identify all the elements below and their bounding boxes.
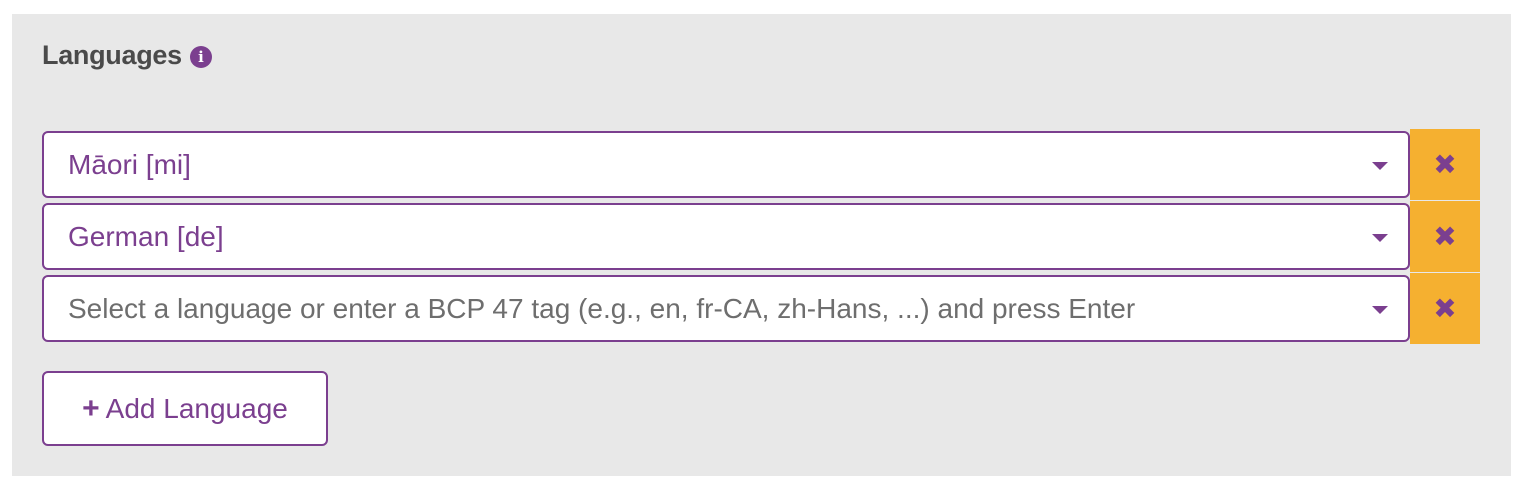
add-language-label: Add Language bbox=[105, 392, 288, 424]
caret-down-icon bbox=[1372, 161, 1388, 170]
language-select-placeholder: Select a language or enter a BCP 47 tag … bbox=[68, 292, 1136, 324]
add-language-button[interactable]: + Add Language bbox=[42, 371, 328, 446]
caret-down-icon bbox=[1372, 233, 1388, 242]
remove-language-button[interactable]: ✖ bbox=[1410, 129, 1480, 200]
remove-language-button[interactable]: ✖ bbox=[1410, 201, 1480, 272]
language-select[interactable]: Select a language or enter a BCP 47 tag … bbox=[42, 275, 1410, 342]
section-header: Languages i bbox=[42, 40, 212, 71]
language-row: Māori [mi] ✖ bbox=[42, 129, 1482, 202]
close-icon: ✖ bbox=[1433, 220, 1457, 252]
info-icon[interactable]: i bbox=[189, 45, 212, 68]
language-row: German [de] ✖ bbox=[42, 201, 1482, 274]
remove-language-button[interactable]: ✖ bbox=[1410, 273, 1480, 344]
close-icon: ✖ bbox=[1433, 292, 1457, 324]
caret-down-icon bbox=[1372, 305, 1388, 314]
language-select[interactable]: German [de] bbox=[42, 203, 1410, 270]
language-row: Select a language or enter a BCP 47 tag … bbox=[42, 273, 1482, 346]
close-icon: ✖ bbox=[1433, 148, 1457, 180]
section-title: Languages bbox=[42, 40, 182, 70]
plus-icon: + bbox=[82, 391, 100, 425]
language-select-value: German [de] bbox=[68, 220, 224, 252]
language-select-value: Māori [mi] bbox=[68, 148, 191, 180]
language-select[interactable]: Māori [mi] bbox=[42, 131, 1410, 198]
